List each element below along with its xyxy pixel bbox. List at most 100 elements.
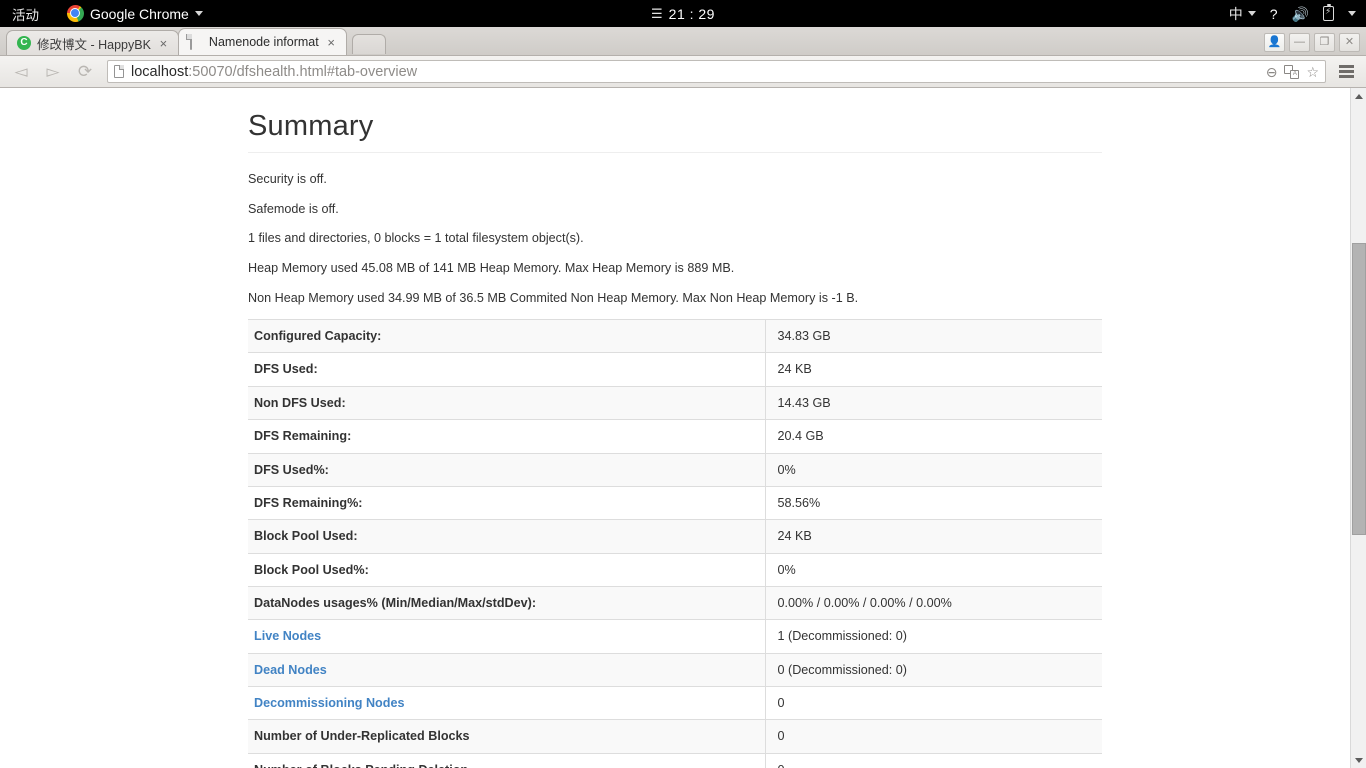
maximize-button[interactable]: ❐ <box>1314 33 1335 52</box>
translate-icon[interactable]: A <box>1284 64 1300 79</box>
info-line: Heap Memory used 45.08 MB of 141 MB Heap… <box>248 260 735 275</box>
table-cell-value: 0 <box>765 686 1102 720</box>
help-icon[interactable]: ? <box>1270 7 1278 21</box>
clock-area[interactable]: ☰ 21 : 29 <box>651 6 715 22</box>
table-row: DataNodes usages% (Min/Median/Max/stdDev… <box>248 585 1102 620</box>
table-cell-value: 0% <box>765 452 1102 487</box>
app-menu-chrome[interactable]: Google Chrome <box>67 5 203 22</box>
table-cell-value: 34.83 GB <box>765 319 1102 353</box>
table-cell-key: Configured Capacity: <box>248 319 766 353</box>
scroll-down-icon[interactable] <box>1351 752 1366 768</box>
page-scrollbar[interactable] <box>1350 88 1366 768</box>
browser-toolbar: ◅ ▻ ⟳ localhost:50070/dfshealth.html#tab… <box>0 56 1366 88</box>
forward-icon[interactable]: ▻ <box>40 59 66 85</box>
table-row: Configured Capacity: 34.83 GB <box>248 319 1102 353</box>
new-tab-button[interactable] <box>351 34 386 54</box>
table-link-dead-nodes[interactable]: Dead Nodes <box>254 663 327 677</box>
table-row: Block Pool Used%: 0% <box>248 552 1102 587</box>
table-cell-key: Non DFS Used: <box>248 385 766 420</box>
omnibox-actions: ⊖ A ☆ <box>1266 64 1319 79</box>
clock-label: 21 : 29 <box>668 5 715 22</box>
table-link-live-nodes[interactable]: Live Nodes <box>254 629 321 643</box>
reload-icon[interactable]: ⟳ <box>72 59 98 85</box>
close-icon[interactable]: × <box>325 36 338 49</box>
input-method-indicator[interactable]: 中 <box>1229 7 1256 21</box>
web-page: Summary Security is off. Safemode is off… <box>0 88 1350 768</box>
chrome-logo-icon <box>67 5 84 22</box>
table-cell-key: DFS Used: <box>248 352 766 387</box>
browser-tab-0[interactable]: C 修改博文 - HappyBK × <box>6 30 179 55</box>
info-line: Security is off. <box>248 172 327 186</box>
tab-strip: C 修改博文 - HappyBK × Namenode informat × 👤… <box>0 27 1366 56</box>
info-line: Safemode is off. <box>248 201 339 216</box>
table-cell-value: 0.00% / 0.00% / 0.00% / 0.00% <box>765 585 1102 620</box>
url-path: :50070/dfshealth.html#tab-overview <box>188 63 418 80</box>
table-cell-key: Decommissioning Nodes <box>248 686 766 720</box>
page-info-icon[interactable] <box>114 65 124 78</box>
close-button[interactable]: ✕ <box>1339 33 1360 52</box>
table-row: Non DFS Used: 14.43 GB <box>248 385 1102 420</box>
system-top-bar: 活动 Google Chrome ☰ 21 : 29 中 ? 🔊 <box>0 0 1366 27</box>
info-line: Non Heap Memory used 34.99 MB of 36.5 MB… <box>248 290 859 305</box>
input-method-label: 中 <box>1228 5 1243 22</box>
table-row: Number of Blocks Pending Deletion0 <box>248 752 1102 768</box>
table-row: DFS Used%: 0% <box>248 452 1102 487</box>
activities-button[interactable]: 活动 <box>12 4 39 24</box>
table-cell-key: DataNodes usages% (Min/Median/Max/stdDev… <box>248 585 766 620</box>
table-row: Live Nodes 1 (Decommissioned: 0) <box>248 619 1102 654</box>
address-bar[interactable]: localhost:50070/dfshealth.html#tab-overv… <box>107 60 1326 83</box>
info-lines: Security is off. Safemode is off. 1 file… <box>248 171 1102 307</box>
browser-tab-1[interactable]: Namenode informat × <box>177 28 347 55</box>
page-title: Summary <box>248 110 1102 153</box>
document-icon <box>189 34 203 50</box>
profile-icon[interactable]: 👤 <box>1264 33 1285 52</box>
table-row: DFS Remaining%: 58.56% <box>248 485 1102 520</box>
info-line: 1 files and directories, 0 blocks = 1 to… <box>248 231 584 246</box>
page-content: Summary Security is off. Safemode is off… <box>248 88 1102 768</box>
table-cell-value: 20.4 GB <box>765 419 1102 454</box>
url-host: localhost <box>131 63 189 80</box>
summary-table-body: Configured Capacity: 34.83 GB DFS Used: 24 … <box>248 319 1102 768</box>
system-tray: 中 ? 🔊 <box>1229 3 1356 21</box>
table-cell-key: Number of Under-Replicated Blocks <box>248 719 766 754</box>
bookmark-star-icon[interactable]: ☆ <box>1306 65 1319 79</box>
table-cell-value: 0 (Decommissioned: 0) <box>765 652 1102 687</box>
csdn-c-icon: C <box>17 36 31 50</box>
scroll-up-icon[interactable] <box>1351 88 1366 104</box>
scrollbar-thumb[interactable] <box>1352 243 1366 535</box>
table-cell-value: 24 KB <box>765 352 1102 387</box>
table-cell-key: Block Pool Used%: <box>248 552 766 587</box>
table-row: DFS Remaining: 20.4 GB <box>248 419 1102 454</box>
table-cell-value: 14.43 GB <box>765 385 1102 420</box>
page-viewport: Summary Security is off. Safemode is off… <box>0 88 1366 768</box>
table-cell-key: Number of Blocks Pending Deletion <box>248 752 766 768</box>
close-icon[interactable]: × <box>157 37 170 50</box>
battery-icon[interactable] <box>1323 3 1334 21</box>
back-icon[interactable]: ◅ <box>8 59 34 85</box>
tab-title: Namenode informat <box>208 35 319 49</box>
browser-window: C 修改博文 - HappyBK × Namenode informat × 👤… <box>0 27 1366 768</box>
app-menu-label: Google Chrome <box>90 5 189 22</box>
chrome-menu-icon[interactable] <box>1335 65 1358 78</box>
table-link-decommissioning-nodes[interactable]: Decommissioning Nodes <box>254 696 404 710</box>
tab-title: 修改博文 - HappyBK <box>37 37 151 52</box>
window-controls: 👤 — ❐ ✕ <box>1264 33 1360 52</box>
chevron-down-icon[interactable] <box>1348 11 1356 16</box>
table-cell-value: 58.56% <box>765 485 1102 520</box>
volume-icon[interactable]: 🔊 <box>1292 7 1309 21</box>
table-row: Decommissioning Nodes 0 <box>248 686 1102 720</box>
table-cell-key: Dead Nodes <box>248 652 766 687</box>
table-cell-key: Live Nodes <box>248 619 766 654</box>
summary-table: Configured Capacity: 34.83 GB DFS Used: 24 … <box>248 319 1102 768</box>
table-cell-key: DFS Remaining: <box>248 419 766 454</box>
table-cell-value: 0 <box>765 752 1102 768</box>
zoom-out-icon[interactable]: ⊖ <box>1266 65 1278 79</box>
table-cell-key: DFS Remaining%: <box>248 485 766 520</box>
minimize-button[interactable]: — <box>1289 33 1310 52</box>
table-cell-key: DFS Used%: <box>248 452 766 487</box>
table-cell-key: Block Pool Used: <box>248 519 766 554</box>
table-row: Dead Nodes 0 (Decommissioned: 0) <box>248 652 1102 687</box>
table-row: Block Pool Used: 24 KB <box>248 519 1102 554</box>
table-cell-value: 0% <box>765 552 1102 587</box>
table-cell-value: 24 KB <box>765 519 1102 554</box>
